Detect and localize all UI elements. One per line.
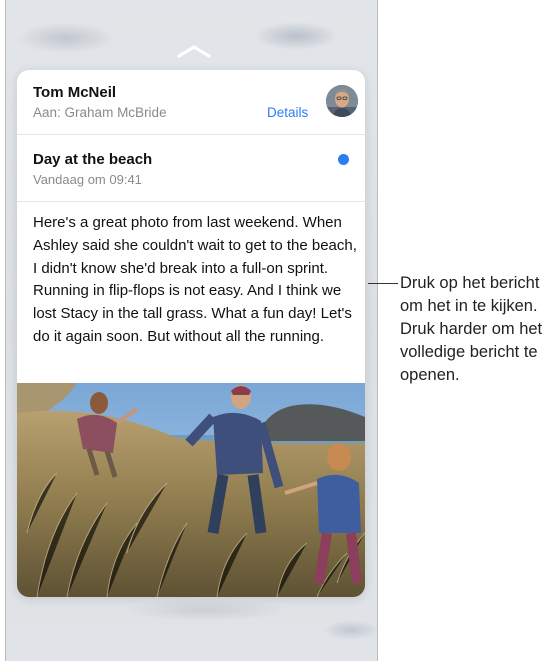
header-divider (17, 134, 365, 135)
mail-preview-card[interactable]: Tom McNeil Aan: Graham McBride Details D… (17, 70, 365, 597)
timestamp: Vandaag om 09:41 (33, 172, 142, 187)
phone-screen: Tom McNeil Aan: Graham McBride Details D… (5, 0, 378, 661)
beach-photo (17, 383, 365, 597)
message-body: Here's a great photo from last weekend. … (33, 214, 357, 345)
callout-pointer-line (368, 283, 398, 284)
callout-text: Druk op het bericht om het in te kijken.… (400, 274, 543, 384)
sender-name: Tom McNeil (33, 84, 117, 101)
subject-divider (17, 201, 365, 202)
subject-line: Day at the beach (33, 151, 153, 168)
recipient-line: Aan: Graham McBride (33, 105, 167, 120)
avatar-photo (326, 85, 358, 117)
chevron-up-icon[interactable] (176, 44, 212, 58)
unread-dot (338, 154, 349, 165)
details-link[interactable]: Details (267, 105, 308, 120)
avatar[interactable] (326, 85, 358, 117)
to-prefix: Aan: (33, 105, 61, 120)
recipient-name: Graham McBride (64, 105, 167, 120)
